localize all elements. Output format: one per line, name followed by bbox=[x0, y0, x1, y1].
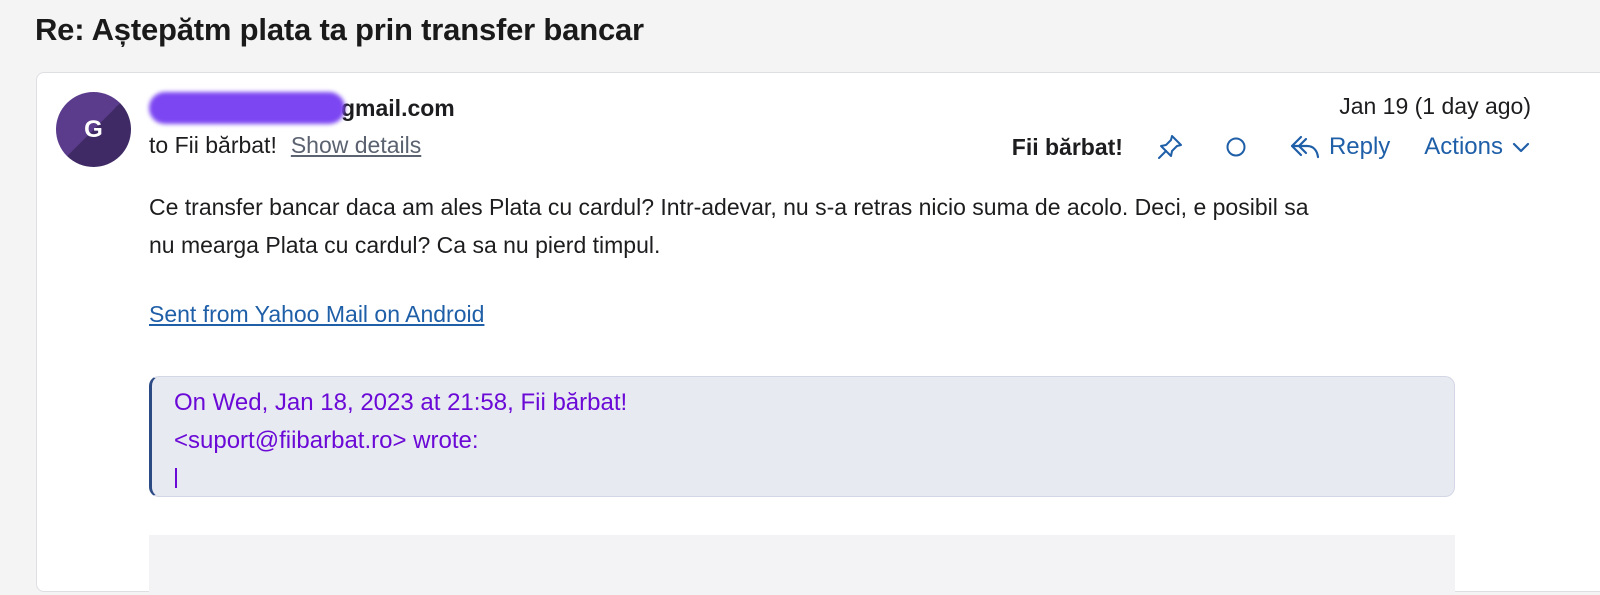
actions-label: Actions bbox=[1424, 133, 1503, 160]
quote-line-2: <suport@fiibarbat.ro> wrote: bbox=[174, 427, 479, 454]
quoted-message: On Wed, Jan 18, 2023 at 21:58, Fii bărba… bbox=[149, 376, 1455, 497]
message-date: Jan 19 (1 day ago) bbox=[1339, 93, 1531, 119]
quote-line-1: On Wed, Jan 18, 2023 at 21:58, Fii bărba… bbox=[174, 389, 628, 416]
pin-icon[interactable] bbox=[1155, 132, 1185, 162]
avatar: G bbox=[56, 92, 131, 167]
message-body: Ce transfer bancar daca am ales Plata cu… bbox=[149, 188, 1449, 264]
chevron-down-icon bbox=[1512, 142, 1530, 153]
toolbar-sender-name: Fii bărbat! bbox=[1011, 133, 1123, 160]
reply-icon bbox=[1290, 135, 1320, 159]
text-cursor bbox=[175, 468, 177, 488]
sender-domain: gmail.com bbox=[341, 94, 455, 121]
sender-address: gmail.com bbox=[149, 92, 455, 124]
message-card: G gmail.com Jan 19 (1 day ago) to Fii bă… bbox=[36, 72, 1600, 595]
body-line-2: nu mearga Plata cu cardul? Ca sa nu pier… bbox=[149, 232, 661, 258]
redacted-email-portion bbox=[149, 92, 345, 124]
recipient-text: to Fii bărbat! bbox=[149, 132, 277, 158]
show-details-link[interactable]: Show details bbox=[291, 132, 421, 159]
actions-menu-button[interactable]: Actions bbox=[1424, 133, 1531, 161]
signature-link[interactable]: Sent from Yahoo Mail on Android bbox=[149, 301, 484, 328]
recipient-line: to Fii bărbat! Show details bbox=[149, 132, 421, 159]
message-toolbar: Fii bărbat! Reply Actions bbox=[1012, 129, 1531, 165]
reply-label: Reply bbox=[1328, 133, 1391, 160]
quoted-content-area bbox=[149, 535, 1455, 595]
reply-button[interactable]: Reply bbox=[1289, 133, 1390, 161]
circle-icon[interactable] bbox=[1221, 132, 1251, 162]
body-line-1: Ce transfer bancar daca am ales Plata cu… bbox=[149, 194, 1309, 220]
email-subject: Re: Aștepătm plata ta prin transfer banc… bbox=[35, 12, 644, 47]
